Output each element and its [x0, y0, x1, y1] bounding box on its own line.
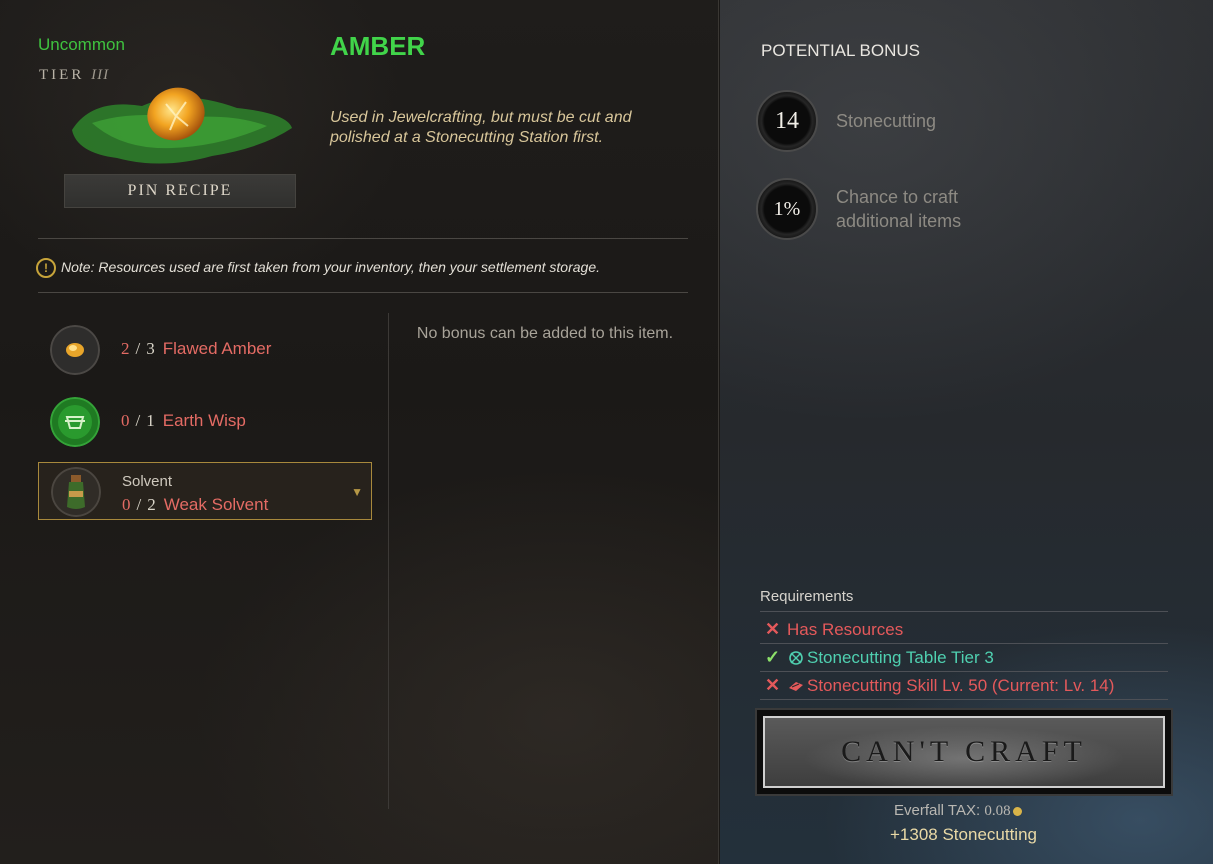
divider — [760, 699, 1168, 700]
potential-bonus-title: POTENTIAL BONUS — [761, 41, 921, 60]
resource-name: Flawed Amber — [162, 339, 272, 358]
weak-solvent-icon — [51, 467, 101, 517]
chevron-down-icon[interactable]: ▼ — [351, 485, 363, 499]
warning-icon: ! — [36, 258, 56, 278]
chance-badge: 1% — [756, 178, 818, 240]
requirement-skill: ✕ Stonecutting Skill Lv. 50 (Current: Lv… — [765, 675, 1115, 695]
skill-level-badge: 14 — [756, 90, 818, 152]
coin-icon — [1012, 806, 1022, 816]
bonus-label-chance: Chance to craft additional items — [836, 187, 962, 231]
item-tier: TIER III — [39, 67, 109, 84]
resource-row-weak-solvent[interactable]: Solvent 0/2 Weak Solvent ▼ — [38, 462, 372, 520]
column-divider — [388, 313, 389, 809]
no-bonus-text: No bonus can be added to this item. — [416, 325, 674, 342]
stonecutting-skill-icon — [789, 681, 803, 691]
flawed-amber-icon — [50, 325, 100, 375]
bonus-label-stonecutting: Stonecutting — [836, 111, 937, 131]
tax-info: Everfall TAX: 0.08 — [894, 802, 1022, 820]
resource-category: Solvent — [122, 473, 173, 490]
amber-gem-icon — [72, 87, 292, 164]
resource-row-earth-wisp[interactable]: 0/1 Earth Wisp — [38, 393, 372, 449]
earth-wisp-icon — [50, 397, 100, 447]
divider — [760, 611, 1168, 612]
resource-count: 0/2 Weak Solvent — [122, 495, 269, 514]
resource-name: Earth Wisp — [162, 411, 246, 430]
divider — [760, 671, 1168, 672]
fail-icon: ✕ — [765, 619, 781, 639]
resource-name: Weak Solvent — [163, 495, 269, 514]
tier-label: TIER — [39, 67, 85, 83]
divider — [760, 643, 1168, 644]
resource-note: Note: Resources used are first taken fro… — [61, 259, 600, 275]
fail-icon: ✕ — [765, 675, 781, 695]
check-icon: ✓ — [765, 647, 781, 667]
resource-row-flawed-amber[interactable]: 2/3 Flawed Amber — [38, 321, 372, 377]
item-name: AMBER — [330, 31, 426, 61]
divider — [38, 292, 688, 293]
tier-numeral: III — [91, 67, 110, 83]
stonecutting-table-icon — [789, 650, 803, 665]
xp-gain: +1308 Stonecutting — [890, 825, 1037, 844]
pin-recipe-button[interactable]: PIN RECIPE — [64, 174, 296, 208]
divider — [38, 238, 688, 239]
craft-button-label: CAN'T CRAFT — [763, 716, 1165, 788]
item-rarity: Uncommon — [38, 35, 125, 54]
requirements-title: Requirements — [760, 588, 854, 605]
requirement-station: ✓ Stonecutting Table Tier 3 — [765, 647, 994, 667]
requirement-has-resources: ✕ Has Resources — [765, 619, 904, 639]
item-description: Used in Jewelcrafting, but must be cut a… — [330, 109, 632, 146]
resource-count: 2/3 Flawed Amber — [121, 339, 272, 358]
craft-button[interactable]: CAN'T CRAFT — [755, 708, 1173, 796]
resource-count: 0/1 Earth Wisp — [121, 411, 246, 430]
